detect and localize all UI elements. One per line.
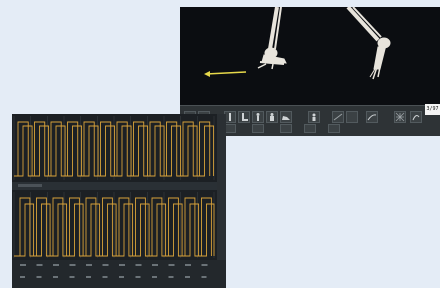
toolbar-row2-button[interactable] xyxy=(304,124,316,133)
axis-tick-label xyxy=(102,264,109,266)
mesh-icon[interactable] xyxy=(394,111,406,123)
legend-swatch xyxy=(18,184,42,187)
axis-tick-label xyxy=(201,264,208,266)
axis-tick-label xyxy=(119,264,125,266)
plot-legend-bar xyxy=(12,182,226,190)
toolbar-row2-button[interactable] xyxy=(252,124,264,133)
curve-icon[interactable] xyxy=(366,111,378,123)
axis-tick-label xyxy=(53,264,59,266)
axis-tick-label xyxy=(69,276,75,278)
skeleton-scene[interactable] xyxy=(180,7,440,105)
axis-tick-label xyxy=(185,276,190,278)
gait-chart-window xyxy=(12,114,226,288)
axis-tick-label xyxy=(20,264,26,266)
right-foot-skeleton xyxy=(346,7,391,80)
toolbar-row2-button[interactable] xyxy=(280,124,292,133)
person-icon[interactable] xyxy=(266,111,278,123)
axis-tick-label xyxy=(20,276,25,278)
rotate-icon[interactable] xyxy=(410,111,422,123)
shoe-icon[interactable] xyxy=(280,111,292,123)
axis-tick-label xyxy=(152,276,157,278)
figure-icon[interactable] xyxy=(252,111,264,123)
toolbar-row2-button[interactable] xyxy=(328,124,340,133)
axis-tick-label xyxy=(86,264,92,266)
skeleton-leg-icon[interactable] xyxy=(238,111,250,123)
axis-tick-label xyxy=(119,276,124,278)
axis-tick-label xyxy=(36,276,42,278)
grid-icon[interactable] xyxy=(346,111,358,123)
frame-counter: 3/97 xyxy=(425,104,440,115)
direction-arrow xyxy=(204,71,247,77)
axis-tick-label xyxy=(185,264,191,266)
axis-tick-label xyxy=(135,276,141,278)
plane-icon[interactable] xyxy=(332,111,344,123)
axis-tick-label xyxy=(69,264,76,266)
axis-tick-label xyxy=(53,276,58,278)
axis-tick-label xyxy=(168,264,175,266)
axis-tick-label xyxy=(36,264,43,266)
lower-plot xyxy=(13,192,215,258)
axis-tick-label xyxy=(168,276,174,278)
axis-tick-label xyxy=(201,276,207,278)
axis-tick-label xyxy=(152,264,158,266)
model-icon[interactable] xyxy=(308,111,320,123)
axis-tick-label xyxy=(86,276,91,278)
left-foot-skeleton xyxy=(257,7,287,70)
axis-tick-label xyxy=(102,276,108,278)
upper-plot xyxy=(12,114,216,182)
chart-scrollbar[interactable] xyxy=(217,114,226,260)
axis-tick-label xyxy=(135,264,142,266)
